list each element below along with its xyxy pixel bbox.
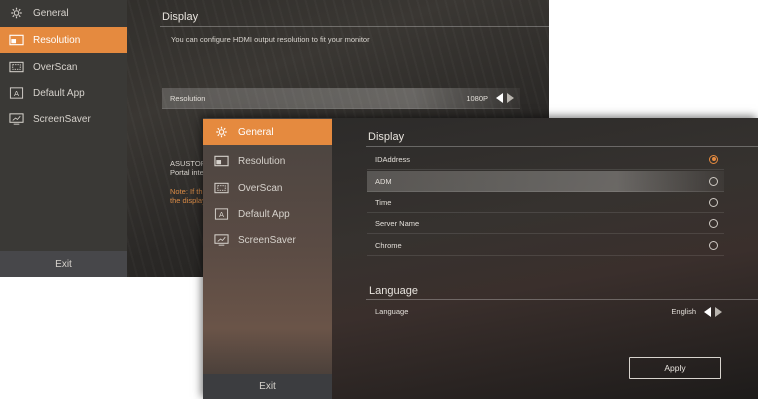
language-selector: English bbox=[671, 306, 722, 317]
sidebar-item-label: General bbox=[238, 126, 274, 138]
monitor-icon bbox=[214, 155, 229, 167]
radio-unselected-icon[interactable] bbox=[709, 218, 718, 228]
exit-label: Exit bbox=[259, 381, 276, 392]
overscan-icon bbox=[214, 182, 229, 194]
arrow-right-icon[interactable] bbox=[507, 93, 514, 103]
sidebar-item-label: Default App bbox=[238, 208, 290, 220]
app-a-icon: A bbox=[9, 87, 24, 99]
display-option-row[interactable]: IDAddress bbox=[367, 149, 724, 170]
display-option-row[interactable]: Server Name bbox=[367, 213, 724, 234]
sidebar-item-label: OverScan bbox=[33, 61, 78, 73]
front-sidebar-item-screensaver[interactable]: ScreenSaver bbox=[203, 227, 332, 253]
resolution-label: Resolution bbox=[170, 93, 206, 103]
display-option-row[interactable]: Chrome bbox=[367, 235, 724, 256]
svg-text:A: A bbox=[14, 89, 19, 98]
sidebar-item-label: Default App bbox=[33, 87, 85, 99]
resolution-value: 1080P bbox=[466, 93, 488, 103]
front-main-panel: Display IDAddress ADM Time Server Name C… bbox=[332, 118, 758, 399]
app-a-icon: A bbox=[214, 208, 229, 220]
display-option-label: Server Name bbox=[375, 218, 420, 228]
language-label: Language bbox=[375, 307, 409, 316]
back-sidebar-item-screensaver[interactable]: ScreenSaver bbox=[0, 106, 127, 132]
screensaver-icon bbox=[9, 113, 24, 125]
info-text-line-1: ASUSTOR bbox=[170, 159, 207, 168]
note-text-line-1: Note: If th bbox=[170, 187, 203, 196]
display-section-title: Display bbox=[162, 11, 199, 23]
resolution-selector: 1080P bbox=[466, 93, 514, 103]
apply-button[interactable]: Apply bbox=[629, 357, 721, 379]
gear-icon bbox=[9, 7, 24, 19]
back-exit-button[interactable]: Exit bbox=[0, 251, 127, 277]
sidebar-item-label: ScreenSaver bbox=[238, 234, 296, 246]
display-option-label: ADM bbox=[375, 176, 392, 186]
divider bbox=[160, 26, 549, 27]
arrow-left-icon[interactable] bbox=[704, 306, 711, 317]
front-sidebar-item-resolution[interactable]: Resolution bbox=[203, 148, 332, 174]
language-value: English bbox=[671, 307, 696, 316]
front-sidebar: General Resolution OverScan A Default Ap… bbox=[203, 118, 332, 399]
back-sidebar-item-overscan[interactable]: OverScan bbox=[0, 54, 127, 80]
front-sidebar-item-overscan[interactable]: OverScan bbox=[203, 175, 332, 201]
sidebar-item-label: General bbox=[33, 7, 69, 19]
front-sidebar-item-default-app[interactable]: A Default App bbox=[203, 201, 332, 227]
resolution-description: You can configure HDMI output resolution… bbox=[171, 35, 370, 44]
display-option-label: Time bbox=[375, 197, 392, 207]
divider bbox=[366, 299, 758, 300]
back-sidebar: General Resolution OverScan A Default Ap… bbox=[0, 0, 127, 277]
radio-unselected-icon[interactable] bbox=[709, 240, 718, 250]
arrow-left-icon[interactable] bbox=[496, 93, 503, 103]
radio-unselected-icon[interactable] bbox=[709, 197, 718, 207]
display-option-row[interactable]: ADM bbox=[367, 171, 724, 192]
resolution-row[interactable]: Resolution 1080P bbox=[162, 88, 520, 109]
note-text-line-2: the display bbox=[170, 196, 206, 205]
info-text-line-2: Portal inte bbox=[170, 168, 204, 177]
display-option-label: Chrome bbox=[375, 240, 402, 250]
divider bbox=[366, 146, 758, 147]
front-sidebar-item-general[interactable]: General bbox=[203, 119, 332, 145]
radio-selected-icon[interactable] bbox=[709, 154, 718, 164]
back-sidebar-item-default-app[interactable]: A Default App bbox=[0, 80, 127, 106]
display-section-title: Display bbox=[368, 131, 405, 143]
radio-unselected-icon[interactable] bbox=[709, 176, 718, 186]
front-exit-button[interactable]: Exit bbox=[203, 374, 332, 399]
language-section-title: Language bbox=[369, 285, 418, 297]
back-sidebar-item-resolution[interactable]: Resolution bbox=[0, 27, 127, 53]
gear-icon bbox=[214, 126, 229, 138]
language-row[interactable]: Language English bbox=[367, 301, 724, 322]
monitor-icon bbox=[9, 34, 24, 46]
sidebar-item-label: ScreenSaver bbox=[33, 113, 91, 125]
exit-label: Exit bbox=[55, 258, 72, 270]
front-settings-window: General Resolution OverScan A Default Ap… bbox=[203, 118, 758, 399]
sidebar-item-label: Resolution bbox=[33, 34, 81, 46]
sidebar-item-label: OverScan bbox=[238, 182, 283, 194]
display-option-label: IDAddress bbox=[375, 154, 411, 164]
arrow-right-icon[interactable] bbox=[715, 306, 722, 317]
sidebar-item-label: Resolution bbox=[238, 155, 286, 167]
overscan-icon bbox=[9, 61, 24, 73]
back-sidebar-item-general[interactable]: General bbox=[0, 0, 127, 26]
svg-text:A: A bbox=[219, 210, 224, 219]
display-option-row[interactable]: Time bbox=[367, 192, 724, 213]
screensaver-icon bbox=[214, 234, 229, 246]
